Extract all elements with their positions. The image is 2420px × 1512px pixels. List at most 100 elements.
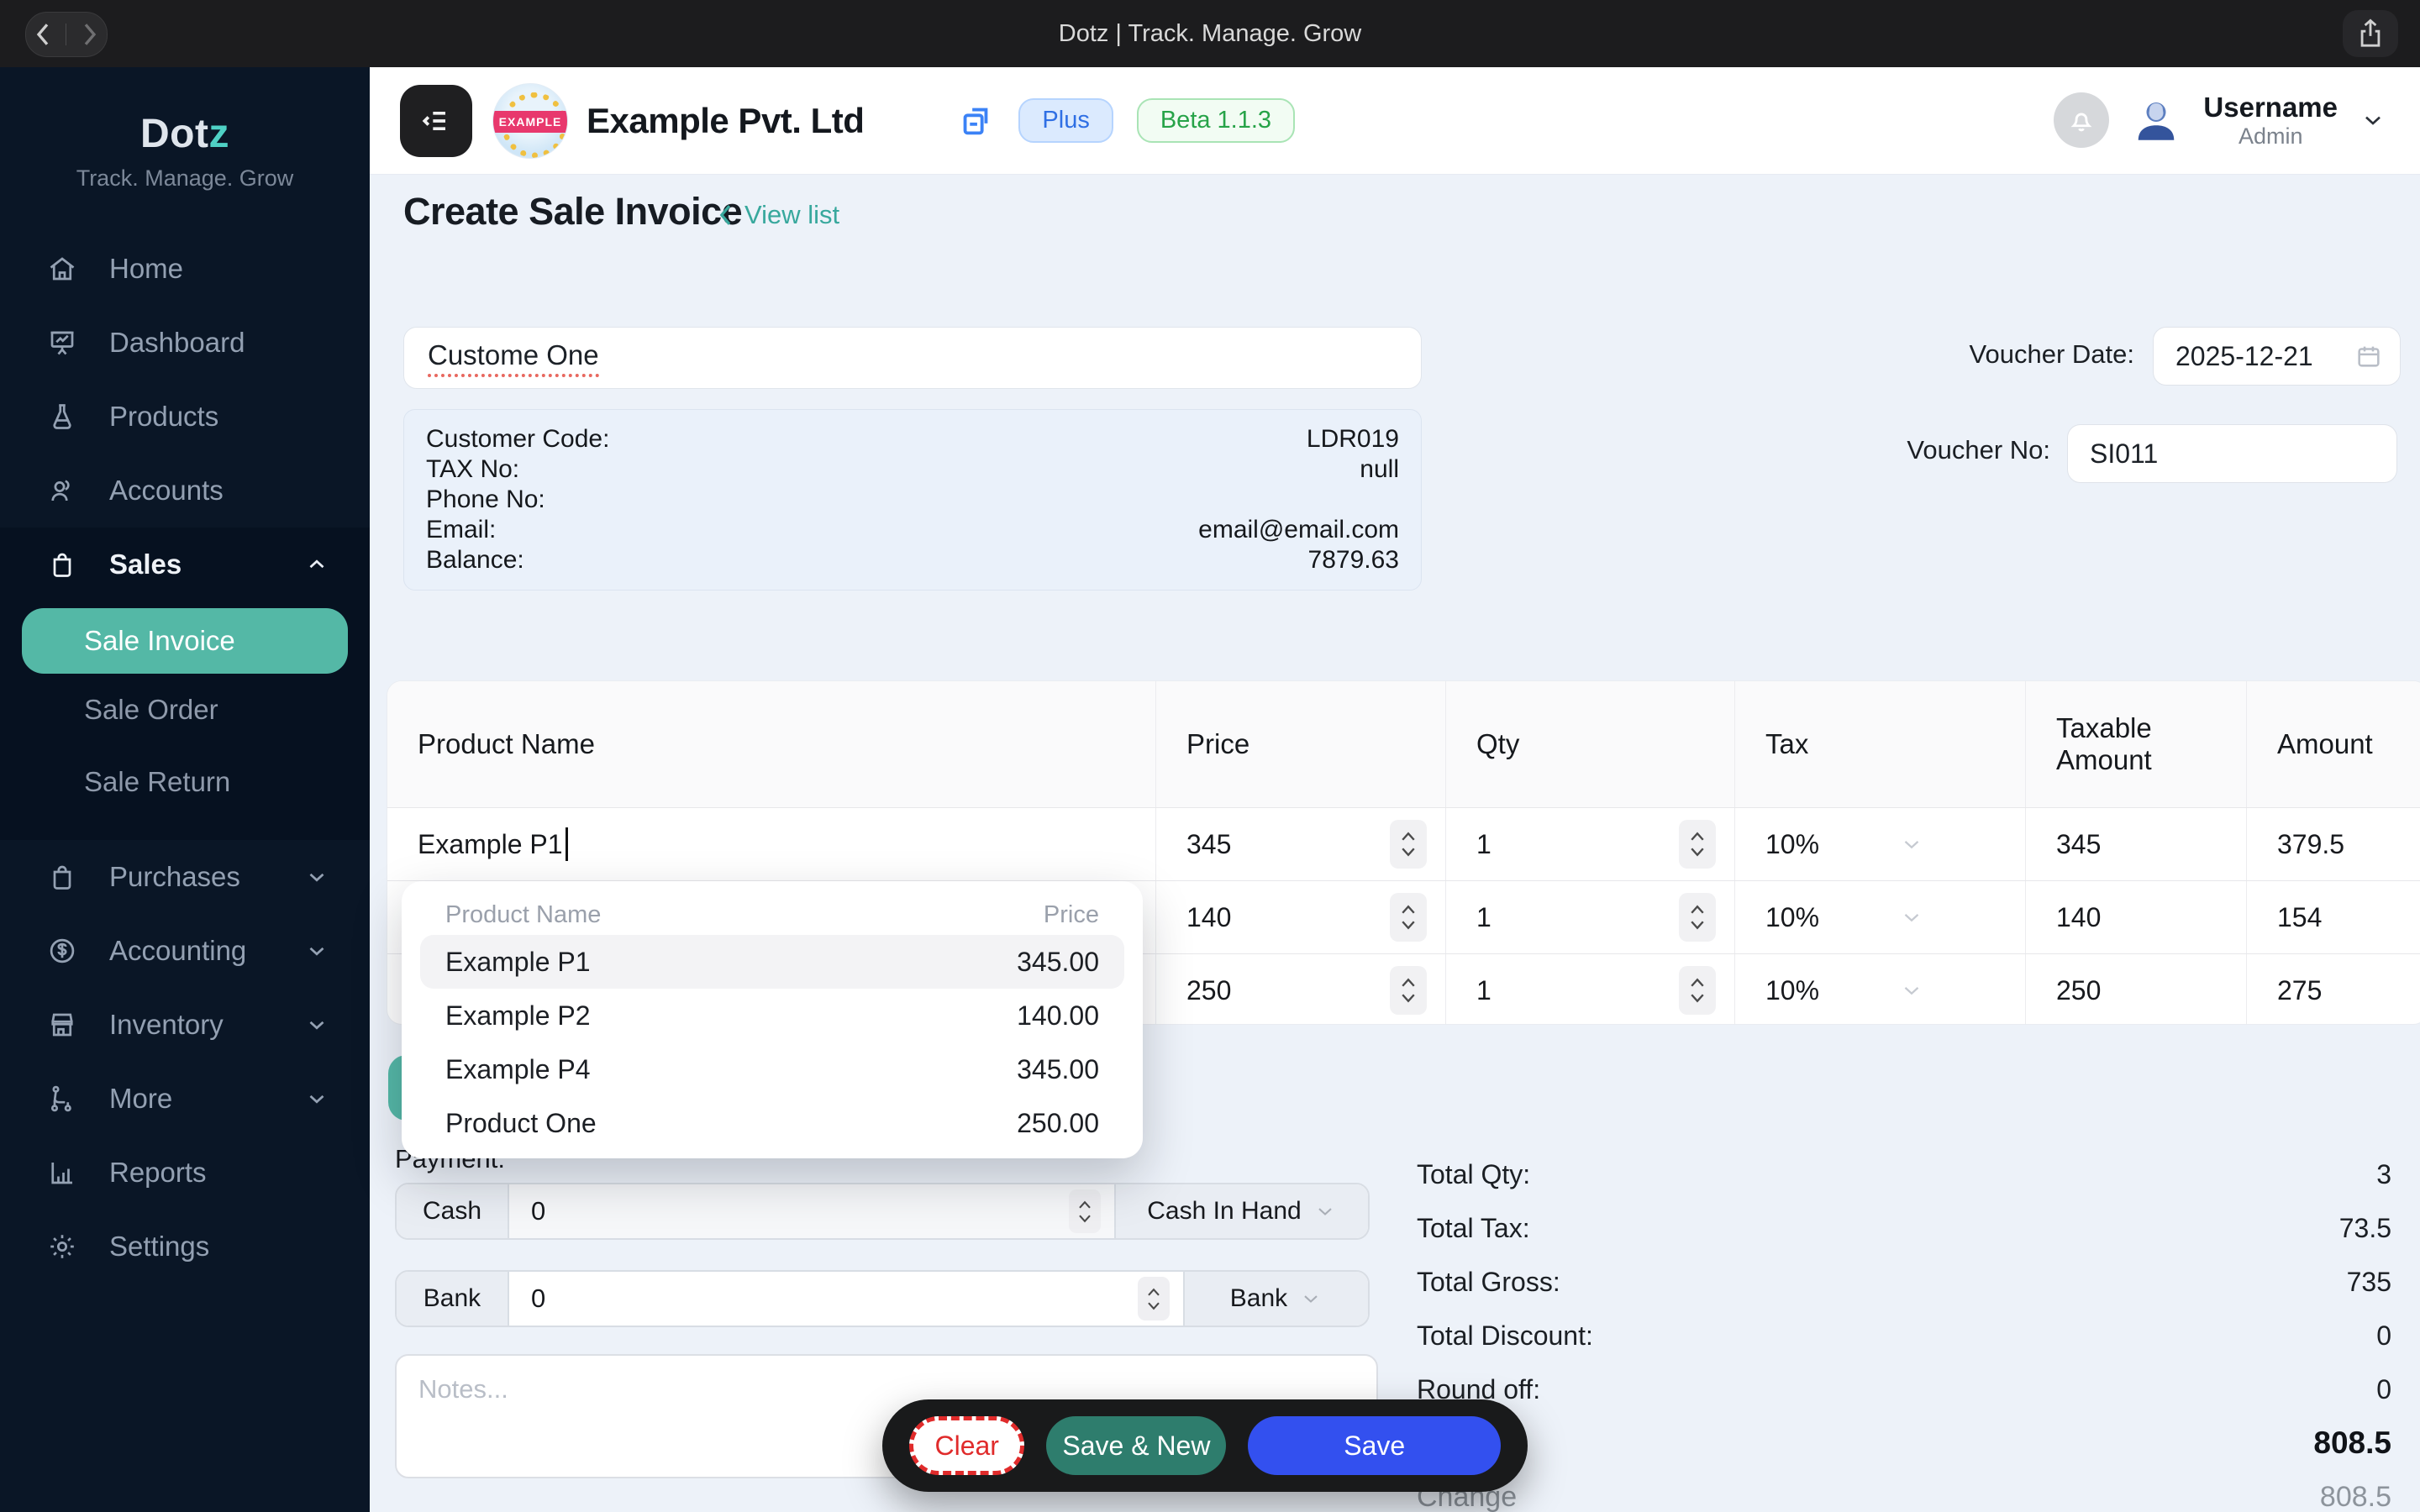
dropdown-option[interactable]: Example P2140.00 <box>420 989 1124 1042</box>
avatar[interactable] <box>2131 95 2181 145</box>
page-title: Create Sale Invoice <box>403 190 742 234</box>
clear-button[interactable]: Clear <box>909 1416 1024 1475</box>
customer-info-panel: Customer Code: LDR019 TAX No: null Phone… <box>403 409 1422 591</box>
sidebar-item-purchases[interactable]: Purchases <box>0 840 370 914</box>
voucher-date-label: Voucher Date: <box>1823 339 2134 370</box>
bank-type-label: Bank <box>397 1272 509 1326</box>
chevron-down-icon[interactable] <box>2360 107 2386 134</box>
sidebar-item-label: Sale Order <box>84 694 218 726</box>
number-stepper[interactable] <box>1679 966 1716 1015</box>
col-amount: Amount <box>2247 681 2420 807</box>
voucher-no-input[interactable]: SI011 <box>2067 424 2397 483</box>
user-menu[interactable]: Username Admin <box>2203 92 2338 150</box>
sidebar-item-sales[interactable]: Sales <box>0 528 370 601</box>
field-label: Email: <box>426 516 496 544</box>
sidebar-item-label: Settings <box>109 1231 209 1263</box>
total-gross-row: Total Gross:735 <box>1417 1255 2391 1309</box>
window-title: Dotz | Track. Manage. Grow <box>0 0 2420 67</box>
sidebar-item-more[interactable]: More <box>0 1062 370 1136</box>
sidebar-nav: Home Dashboard Products Accounts <box>0 232 370 1284</box>
dropdown-option[interactable]: Product One250.00 <box>420 1096 1124 1150</box>
sidebar-item-products[interactable]: Products <box>0 380 370 454</box>
flask-icon <box>47 402 77 432</box>
price-cell[interactable]: 140 <box>1156 881 1446 953</box>
sidebar-item-label: Products <box>109 401 218 433</box>
calendar-icon[interactable] <box>2354 342 2383 370</box>
chevron-left-icon <box>714 202 736 228</box>
number-stepper[interactable] <box>1390 893 1427 942</box>
sidebar-item-inventory[interactable]: Inventory <box>0 988 370 1062</box>
sidebar-item-settings[interactable]: Settings <box>0 1210 370 1284</box>
product-autocomplete-dropdown: Product Name Price Example P1345.00 Exam… <box>402 881 1143 1158</box>
chevron-down-icon <box>1899 832 1924 857</box>
price-cell[interactable]: 345 <box>1156 808 1446 880</box>
dropdown-option[interactable]: Example P1345.00 <box>420 935 1124 989</box>
qty-cell[interactable]: 1 <box>1446 954 1735 1025</box>
text-caret <box>566 827 568 861</box>
number-stepper[interactable] <box>1390 966 1427 1015</box>
save-button[interactable]: Save <box>1248 1416 1501 1475</box>
sidebar-item-accounts[interactable]: Accounts <box>0 454 370 528</box>
sidebar-item-label: More <box>109 1083 172 1115</box>
email-row: Email: email@email.com <box>426 516 1399 544</box>
bell-icon <box>2066 105 2096 135</box>
col-price: Price <box>1156 681 1446 807</box>
floating-action-bar: Clear Save & New Save <box>882 1399 1528 1492</box>
app-header: EXAMPLE Example Pvt. Ltd Plus Beta 1.1.3… <box>370 67 2420 175</box>
number-stepper[interactable] <box>1390 820 1427 869</box>
sidebar-item-home[interactable]: Home <box>0 232 370 306</box>
bank-account-select[interactable]: Bank <box>1183 1272 1368 1326</box>
product-name-cell[interactable]: Example P1 <box>387 808 1156 880</box>
qty-cell[interactable]: 1 <box>1446 881 1735 953</box>
tax-cell[interactable]: 10% <box>1735 808 2026 880</box>
cash-payment-group: Cash 0 Cash In Hand <box>395 1183 1370 1240</box>
sidebar-item-sale-order[interactable]: Sale Order <box>0 674 370 746</box>
tax-cell[interactable]: 10% <box>1735 881 2026 953</box>
duplicate-icon[interactable] <box>956 102 995 140</box>
titlebar: Dotz | Track. Manage. Grow <box>0 0 2420 67</box>
brand-tagline: Track. Manage. Grow <box>0 165 370 192</box>
cash-amount-input[interactable]: 0 <box>509 1184 1114 1238</box>
price-cell[interactable]: 250 <box>1156 954 1446 1025</box>
voucher-date-value: 2025-12-21 <box>2175 341 2313 372</box>
chevron-down-icon <box>304 938 329 963</box>
number-stepper[interactable] <box>1679 820 1716 869</box>
sales-group: Sales Sale Invoice Sale Order Sale Retur… <box>0 528 370 840</box>
sidebar-item-sale-invoice[interactable]: Sale Invoice <box>22 608 348 674</box>
change-row: Change808.5 <box>1417 1470 2391 1512</box>
view-list-link[interactable]: View list <box>714 200 839 230</box>
number-stepper[interactable] <box>1138 1277 1170 1320</box>
bank-amount-input[interactable]: 0 <box>509 1272 1183 1326</box>
voucher-date-input[interactable]: 2025-12-21 <box>2153 327 2401 386</box>
chevron-down-icon <box>304 1012 329 1037</box>
sidebar-item-sale-return[interactable]: Sale Return <box>0 746 370 818</box>
sidebar-toggle-button[interactable] <box>400 85 472 157</box>
sidebar-item-dashboard[interactable]: Dashboard <box>0 306 370 380</box>
share-button[interactable] <box>2343 10 2398 57</box>
number-stepper[interactable] <box>1069 1189 1101 1233</box>
sidebar-item-label: Dashboard <box>109 327 245 359</box>
sidebar-item-accounting[interactable]: Accounting <box>0 914 370 988</box>
customer-name-input[interactable]: Custome One <box>403 327 1422 389</box>
forward-button[interactable] <box>80 22 100 47</box>
notifications-button[interactable] <box>2054 92 2109 148</box>
amount-cell: 379.5 <box>2247 808 2420 880</box>
save-and-new-button[interactable]: Save & New <box>1046 1416 1226 1475</box>
sidebar-item-label: Accounting <box>109 935 246 967</box>
cash-account-select[interactable]: Cash In Hand <box>1114 1184 1368 1238</box>
number-stepper[interactable] <box>1679 893 1716 942</box>
field-value: email@email.com <box>1198 516 1399 544</box>
plus-badge[interactable]: Plus <box>1018 98 1113 143</box>
logo-banner: EXAMPLE <box>492 111 568 133</box>
taxable-amount-cell: 140 <box>2026 881 2247 953</box>
chevron-down-icon <box>1299 1287 1323 1310</box>
phone-no-row: Phone No: <box>426 486 1399 514</box>
dropdown-option[interactable]: Example P4345.00 <box>420 1042 1124 1096</box>
total-discount-row: Total Discount:0 <box>1417 1309 2391 1362</box>
tax-cell[interactable]: 10% <box>1735 954 2026 1025</box>
back-button[interactable] <box>33 22 53 47</box>
user-role: Admin <box>2203 123 2338 150</box>
sidebar-item-reports[interactable]: Reports <box>0 1136 370 1210</box>
field-label: Phone No: <box>426 486 545 514</box>
qty-cell[interactable]: 1 <box>1446 808 1735 880</box>
